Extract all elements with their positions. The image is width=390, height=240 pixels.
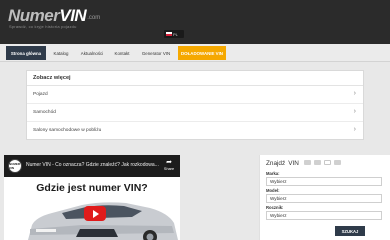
share-icon: ➦ (166, 159, 172, 166)
video-title[interactable]: Numer VIN - Co oznacza? Gdzie znaleźć? J… (26, 162, 159, 168)
chevron-right-icon: › (353, 126, 356, 133)
model-label: Model: (266, 188, 280, 193)
see-more-panel: Zobacz więcej Pojazd › Samochód › Salony… (26, 70, 364, 140)
channel-avatar[interactable]: NUMER VIN (8, 159, 22, 173)
see-more-item-label: Samochód (33, 110, 56, 115)
model-select[interactable]: Wybierz (266, 194, 382, 203)
poland-flag-icon (166, 32, 172, 36)
nav-item-news[interactable]: Aktualności (76, 46, 108, 60)
see-more-item-label: Pojazd (33, 92, 48, 97)
site-header: Numer VIN .com Sprawdź, co kryje histori… (0, 0, 390, 44)
search-panel-title: Znajdź VIN (266, 160, 299, 167)
year-label: Rocznik: (266, 205, 284, 210)
see-more-item-dealers[interactable]: Salony samochodowe w pobliżu › (27, 122, 363, 140)
make-label: Marka: (266, 171, 280, 176)
share-label: Share (163, 167, 175, 171)
play-icon (92, 209, 99, 218)
vin-search-panel: Znajdź VIN Marka: Wybierz Model: Wybierz… (259, 155, 390, 240)
see-more-item-label: Salony samochodowe w pobliżu (33, 128, 102, 133)
flag-icon[interactable] (334, 160, 341, 165)
search-title-accent: VIN (288, 160, 299, 167)
flag-icon[interactable] (314, 160, 321, 165)
logo-suffix: .com (87, 15, 101, 21)
share-button[interactable]: ➦ Share (162, 159, 176, 175)
year-select[interactable]: Wybierz (266, 211, 382, 220)
language-code: PL (173, 31, 178, 37)
main-nav: Strona główna Katalog Aktualności Kontak… (0, 44, 390, 62)
language-flags (304, 160, 341, 165)
nav-item-vin-topup[interactable]: DOŁADOWANIE VIN (178, 46, 226, 60)
search-button[interactable]: SZUKAJ (335, 226, 365, 236)
chevron-right-icon: › (353, 108, 356, 115)
chevron-right-icon: › (353, 90, 356, 97)
flag-icon[interactable] (304, 160, 311, 165)
search-title-prefix: Znajdź (266, 160, 286, 167)
logo-primary: Numer (8, 6, 60, 25)
language-switcher[interactable]: PL (164, 30, 184, 38)
see-more-item-vehicle[interactable]: Pojazd › (27, 86, 363, 104)
nav-item-contact[interactable]: Kontakt (111, 46, 133, 60)
nav-item-home[interactable]: Strona główna (6, 46, 46, 60)
flag-icon[interactable] (324, 160, 331, 165)
video-headline: Gdzie jest numer VIN? (36, 182, 148, 194)
see-more-title: Zobacz więcej (33, 75, 71, 81)
play-button[interactable] (84, 206, 106, 221)
video-embed[interactable]: NUMER VIN Numer VIN - Co oznacza? Gdzie … (4, 155, 180, 240)
nav-item-catalog[interactable]: Katalog (49, 46, 73, 60)
logo-tagline: Sprawdź, co kryje historia pojazdu (9, 24, 77, 29)
video-topbar: NUMER VIN Numer VIN - Co oznacza? Gdzie … (4, 155, 180, 177)
make-select[interactable]: Wybierz (266, 177, 382, 186)
nav-item-vin-generator[interactable]: Generator VIN (138, 46, 174, 60)
logo-accent: VIN (59, 6, 87, 25)
see-more-item-car[interactable]: Samochód › (27, 104, 363, 122)
